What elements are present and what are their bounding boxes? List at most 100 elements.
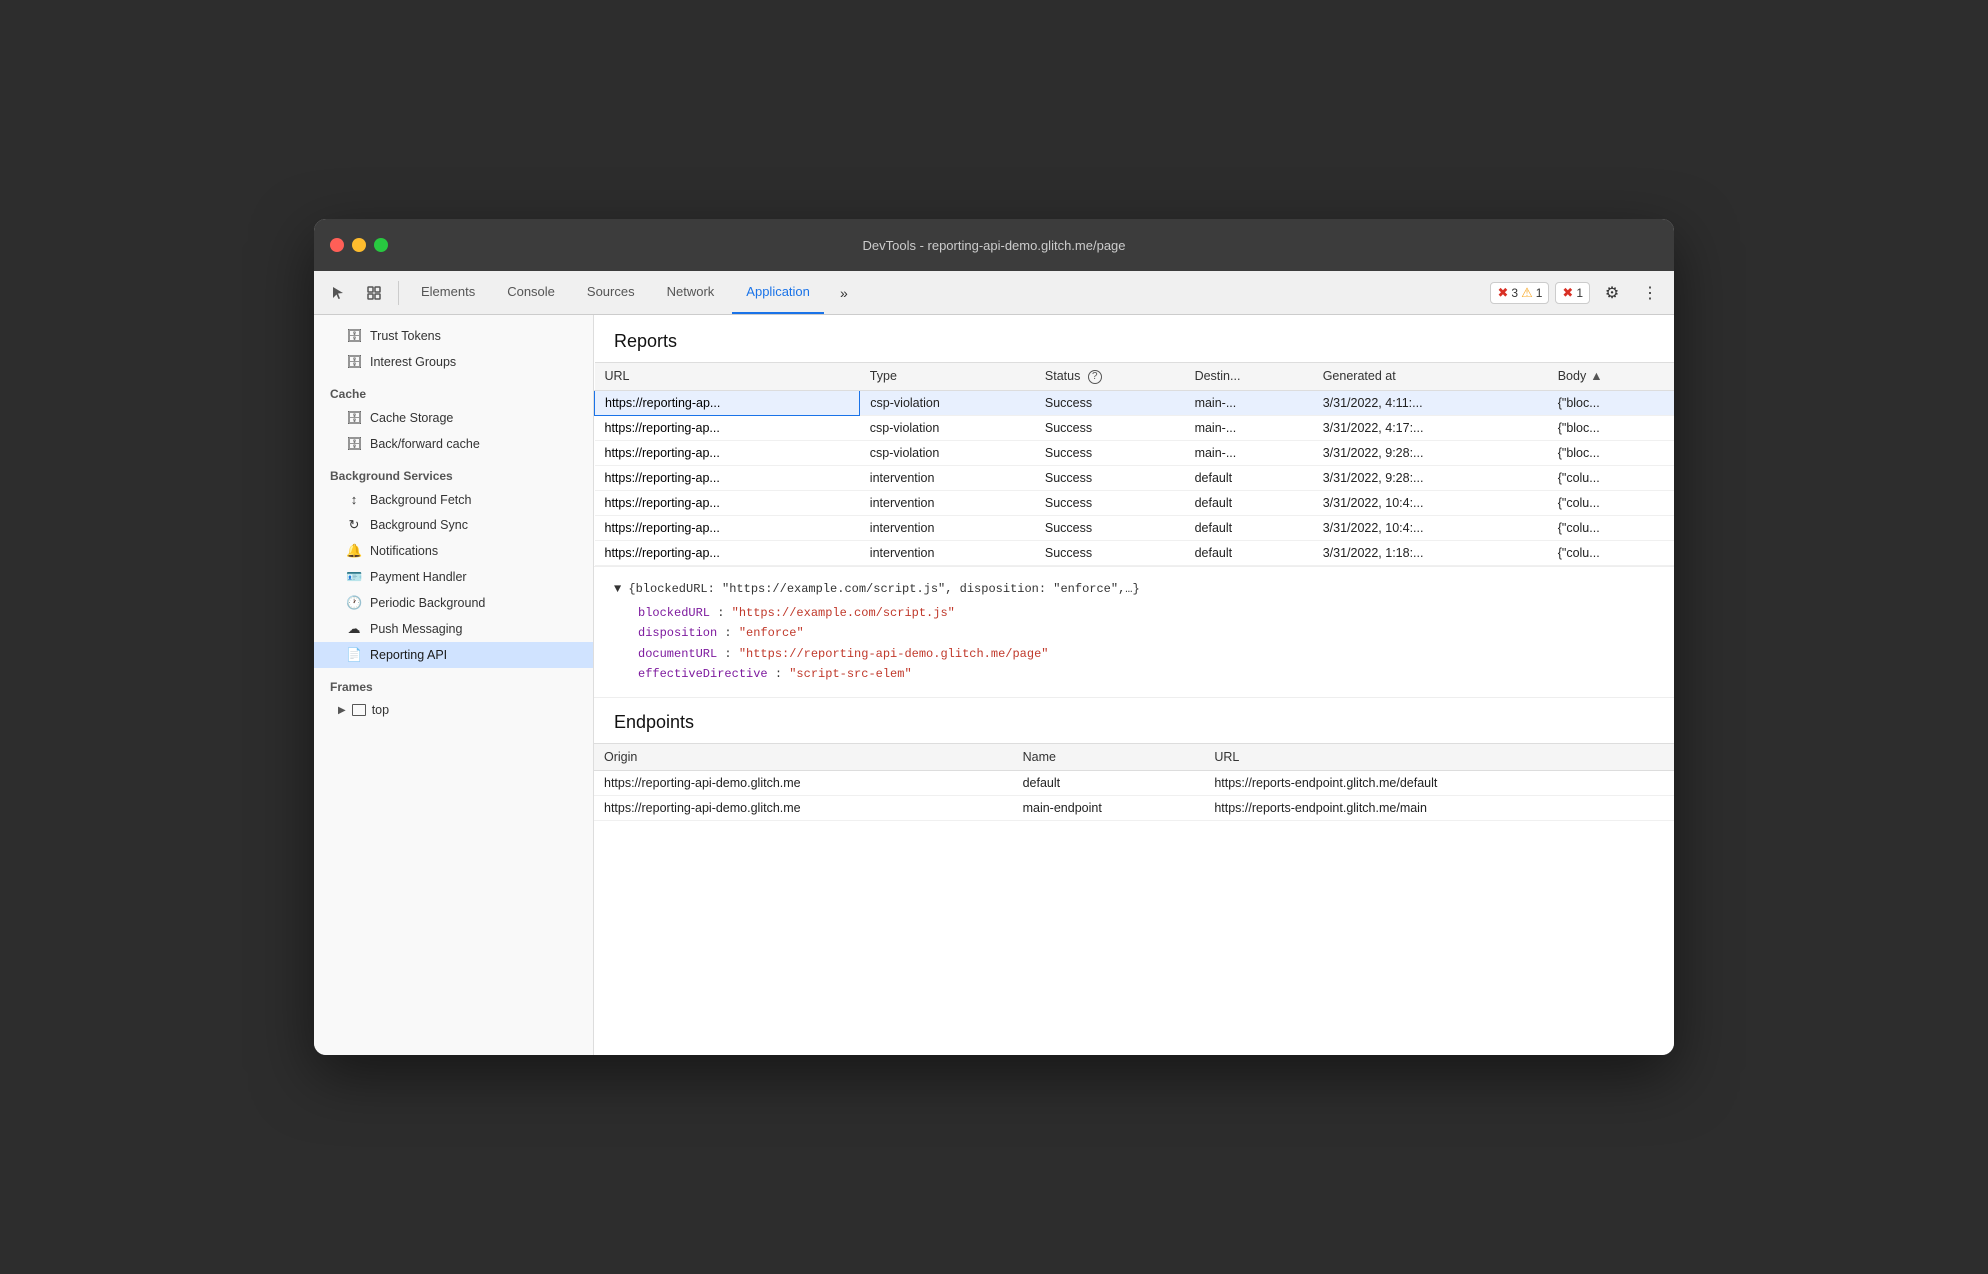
- endpoints-table-row[interactable]: https://reporting-api-demo.glitch.memain…: [594, 795, 1674, 820]
- detail-value-2: "https://reporting-api-demo.glitch.me/pa…: [739, 647, 1049, 661]
- background-services-label: Background Services: [314, 457, 593, 487]
- detail-key-3: effectiveDirective: [638, 667, 768, 681]
- reports-table-row[interactable]: https://reporting-ap...interventionSucce…: [595, 540, 1675, 565]
- frame-window-icon: [352, 704, 366, 716]
- reports-table: URL Type Status ? Destin... Generated at…: [594, 362, 1674, 566]
- cursor-icon[interactable]: [322, 277, 354, 309]
- sidebar-label-payment-handler: Payment Handler: [370, 570, 467, 584]
- warning-icon: ⚠: [1521, 285, 1533, 301]
- cache-section-label: Cache: [314, 375, 593, 405]
- col-header-body: Body▲: [1548, 363, 1674, 391]
- detail-value-1: "enforce": [739, 626, 804, 640]
- reports-table-row[interactable]: https://reporting-ap...csp-violationSucc…: [595, 390, 1675, 415]
- ep-col-url: URL: [1204, 743, 1674, 770]
- endpoints-table-row[interactable]: https://reporting-api-demo.glitch.medefa…: [594, 770, 1674, 795]
- reports-section: Reports URL Type Status ? Destin... Gene…: [594, 315, 1674, 697]
- sidebar-item-back-forward-cache[interactable]: 🗄 Back/forward cache: [314, 431, 593, 457]
- sidebar-label-interest-groups: Interest Groups: [370, 355, 456, 369]
- toolbar-separator: [398, 281, 399, 305]
- detail-value-3: "script-src-elem": [789, 667, 911, 681]
- sidebar-label-notifications: Notifications: [370, 544, 438, 558]
- sidebar-item-notifications[interactable]: 🔔 Notifications: [314, 538, 593, 564]
- bg-fetch-icon: ↕: [346, 492, 362, 507]
- sidebar-label-periodic-background: Periodic Background: [370, 596, 485, 610]
- detail-key-0: blockedURL: [638, 606, 710, 620]
- endpoints-section: Endpoints Origin Name URL https://report…: [594, 697, 1674, 821]
- toolbar: Elements Console Sources Network Applica…: [314, 271, 1674, 315]
- sidebar-item-periodic-background[interactable]: 🕐 Periodic Background: [314, 590, 593, 616]
- reports-table-row[interactable]: https://reporting-ap...interventionSucce…: [595, 490, 1675, 515]
- reports-title: Reports: [594, 315, 1674, 362]
- minimize-button[interactable]: [352, 238, 366, 252]
- status-info-icon[interactable]: ?: [1088, 370, 1102, 384]
- content-panel: Reports URL Type Status ? Destin... Gene…: [594, 315, 1674, 1055]
- maximize-button[interactable]: [374, 238, 388, 252]
- tab-elements[interactable]: Elements: [407, 271, 489, 314]
- col-header-generated-at: Generated at: [1313, 363, 1548, 391]
- info-count: 1: [1576, 286, 1583, 300]
- sidebar-item-reporting-api[interactable]: 📄 Reporting API: [314, 642, 593, 668]
- sidebar: 🗄 Trust Tokens 🗄 Interest Groups Cache 🗄…: [314, 315, 594, 1055]
- detail-field-2: documentURL : "https://reporting-api-dem…: [614, 644, 1654, 664]
- detail-summary: ▼ {blockedURL: "https://example.com/scri…: [614, 579, 1654, 599]
- tab-console[interactable]: Console: [493, 271, 569, 314]
- sidebar-label-back-forward-cache: Back/forward cache: [370, 437, 480, 451]
- col-header-type: Type: [860, 363, 1035, 391]
- database-icon-2: 🗄: [346, 354, 362, 370]
- frame-arrow-icon: ▶: [338, 705, 346, 716]
- info-error-icon: ✖: [1562, 285, 1573, 301]
- sidebar-label-cache-storage: Cache Storage: [370, 411, 453, 425]
- cache-storage-icon: 🗄: [346, 410, 362, 426]
- notifications-icon: 🔔: [346, 543, 362, 559]
- sort-arrow-icon: ▲: [1590, 369, 1602, 383]
- ep-col-name: Name: [1013, 743, 1205, 770]
- periodic-bg-icon: 🕐: [346, 595, 362, 611]
- sidebar-item-top-frame[interactable]: ▶ top: [314, 698, 593, 722]
- sidebar-item-background-sync[interactable]: ↻ Background Sync: [314, 512, 593, 538]
- detail-panel: ▼ {blockedURL: "https://example.com/scri…: [594, 566, 1674, 697]
- reports-table-row[interactable]: https://reporting-ap...interventionSucce…: [595, 515, 1675, 540]
- sidebar-item-trust-tokens[interactable]: 🗄 Trust Tokens: [314, 323, 593, 349]
- endpoints-title: Endpoints: [594, 697, 1674, 743]
- detail-field-0: blockedURL : "https://example.com/script…: [614, 603, 1654, 623]
- reports-table-row[interactable]: https://reporting-ap...csp-violationSucc…: [595, 440, 1675, 465]
- inspect-icon[interactable]: [358, 277, 390, 309]
- endpoints-table: Origin Name URL https://reporting-api-de…: [594, 743, 1674, 821]
- col-header-url: URL: [595, 363, 860, 391]
- error-badge[interactable]: ✖ 3 ⚠ 1: [1490, 282, 1549, 304]
- reports-table-header: URL Type Status ? Destin... Generated at…: [595, 363, 1675, 391]
- main-content: 🗄 Trust Tokens 🗄 Interest Groups Cache 🗄…: [314, 315, 1674, 1055]
- detail-field-3: effectiveDirective : "script-src-elem": [614, 664, 1654, 684]
- close-button[interactable]: [330, 238, 344, 252]
- sidebar-item-background-fetch[interactable]: ↕ Background Fetch: [314, 487, 593, 512]
- warning-count: 1: [1536, 286, 1543, 300]
- sidebar-label-background-fetch: Background Fetch: [370, 493, 471, 507]
- devtools-window: DevTools - reporting-api-demo.glitch.me/…: [314, 219, 1674, 1055]
- ep-col-origin: Origin: [594, 743, 1013, 770]
- reports-table-row[interactable]: https://reporting-ap...interventionSucce…: [595, 465, 1675, 490]
- info-badge[interactable]: ✖ 1: [1555, 282, 1590, 304]
- settings-icon[interactable]: ⚙: [1596, 277, 1628, 309]
- tab-sources[interactable]: Sources: [573, 271, 649, 314]
- reports-table-row[interactable]: https://reporting-ap...csp-violationSucc…: [595, 415, 1675, 440]
- sidebar-item-cache-storage[interactable]: 🗄 Cache Storage: [314, 405, 593, 431]
- tab-network[interactable]: Network: [653, 271, 729, 314]
- sidebar-label-push-messaging: Push Messaging: [370, 622, 462, 636]
- more-tabs-icon[interactable]: »: [828, 277, 860, 309]
- bg-sync-icon: ↻: [346, 517, 362, 533]
- reporting-api-icon: 📄: [346, 647, 362, 663]
- sidebar-item-payment-handler[interactable]: 🪪 Payment Handler: [314, 564, 593, 590]
- col-header-destin: Destin...: [1185, 363, 1313, 391]
- tab-application[interactable]: Application: [732, 271, 824, 314]
- back-forward-cache-icon: 🗄: [346, 436, 362, 452]
- error-count: 3: [1511, 286, 1518, 300]
- sidebar-item-push-messaging[interactable]: ☁ Push Messaging: [314, 616, 593, 642]
- sidebar-label-background-sync: Background Sync: [370, 518, 468, 532]
- sidebar-label-reporting-api: Reporting API: [370, 648, 447, 662]
- detail-key-1: disposition: [638, 626, 717, 640]
- sidebar-label-trust-tokens: Trust Tokens: [370, 329, 441, 343]
- sidebar-item-interest-groups[interactable]: 🗄 Interest Groups: [314, 349, 593, 375]
- detail-value-0: "https://example.com/script.js": [732, 606, 955, 620]
- more-options-icon[interactable]: ⋮: [1634, 277, 1666, 309]
- detail-field-1: disposition : "enforce": [614, 623, 1654, 643]
